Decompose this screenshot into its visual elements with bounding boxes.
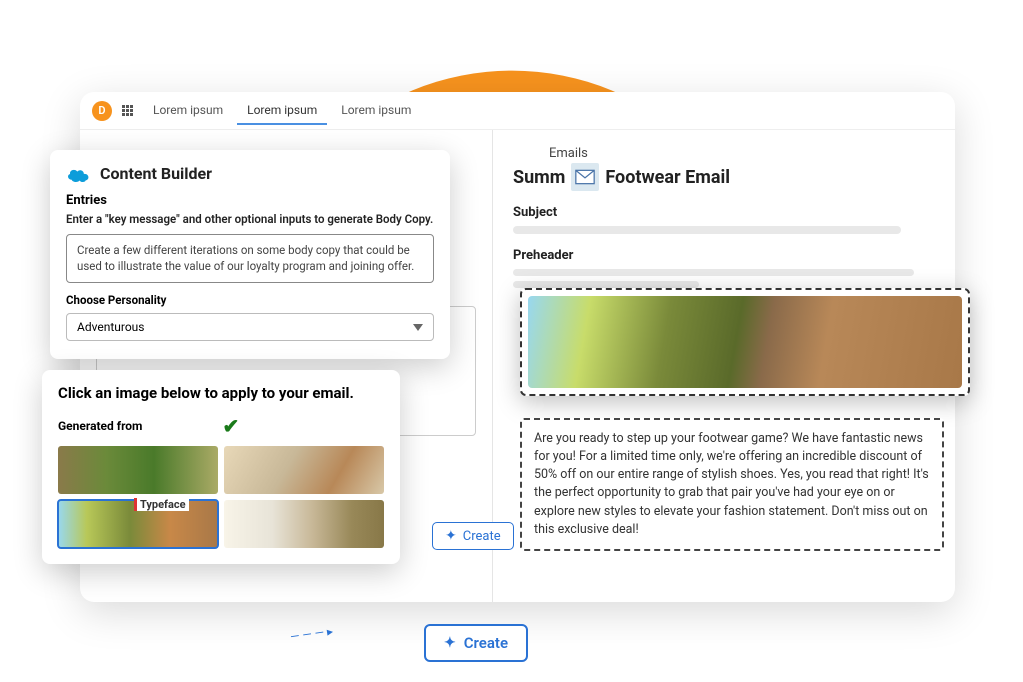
generated-from-label: Generated from xyxy=(58,419,142,433)
thumbnail-3[interactable] xyxy=(224,500,384,548)
email-title-row: Summ Footwear Email xyxy=(513,163,935,191)
entries-label: Entries xyxy=(66,193,434,208)
avatar[interactable]: D xyxy=(92,101,112,121)
thumbnail-grid: Typeface xyxy=(58,446,384,548)
typeface-badge: Typeface xyxy=(134,498,189,511)
email-preview: Are you ready to step up your footwear g… xyxy=(520,288,970,551)
hero-image xyxy=(528,296,962,388)
envelope-icon xyxy=(571,163,599,191)
hero-image-frame[interactable] xyxy=(520,288,970,396)
content-builder-card: Content Builder Entries Enter a "key mes… xyxy=(50,150,450,359)
thumbnail-2[interactable]: Typeface xyxy=(58,500,218,548)
create-button-label: Create xyxy=(464,634,508,652)
thumbnail-0[interactable] xyxy=(58,446,218,494)
create-button[interactable]: ✦ Create xyxy=(424,624,528,662)
tabs: Lorem ipsum Lorem ipsum Lorem ipsum xyxy=(143,97,421,125)
thumbnail-1[interactable] xyxy=(224,446,384,494)
body-copy-text: Are you ready to step up your footwear g… xyxy=(534,430,930,539)
sparkle-icon: ✦ xyxy=(445,528,457,544)
personality-select[interactable]: Adventurous xyxy=(66,313,434,341)
chevron-down-icon xyxy=(413,324,423,331)
subject-label: Subject xyxy=(513,205,935,220)
topbar: D Lorem ipsum Lorem ipsum Lorem ipsum xyxy=(80,92,955,130)
builder-title: Content Builder xyxy=(100,164,212,183)
tab-2[interactable]: Lorem ipsum xyxy=(331,97,421,125)
prompt-input[interactable]: Create a few different iterations on som… xyxy=(66,234,434,283)
email-title-left: Summ xyxy=(513,167,565,188)
subject-skeleton xyxy=(513,226,901,234)
arrow-decoration: — — — ▸ xyxy=(289,624,334,644)
email-title-right: Footwear Email xyxy=(605,167,730,188)
preheader-label: Preheader xyxy=(513,248,935,263)
apps-icon[interactable] xyxy=(122,105,133,116)
sparkle-icon: ✦ xyxy=(444,635,456,651)
emails-section-label: Emails xyxy=(549,146,935,161)
entries-sub: Enter a "key message" and other optional… xyxy=(66,212,434,226)
body-copy-frame[interactable]: Are you ready to step up your footwear g… xyxy=(520,418,944,551)
image-picker-card: Click an image below to apply to your em… xyxy=(42,370,400,564)
picker-title: Click an image below to apply to your em… xyxy=(58,384,384,402)
check-icon: ✔ xyxy=(222,414,239,438)
personality-label: Choose Personality xyxy=(66,293,434,307)
tab-1[interactable]: Lorem ipsum xyxy=(237,97,327,125)
personality-value: Adventurous xyxy=(77,320,144,334)
preheader-skeleton xyxy=(513,269,935,288)
tab-0[interactable]: Lorem ipsum xyxy=(143,97,233,125)
salesforce-cloud-icon xyxy=(66,165,92,183)
